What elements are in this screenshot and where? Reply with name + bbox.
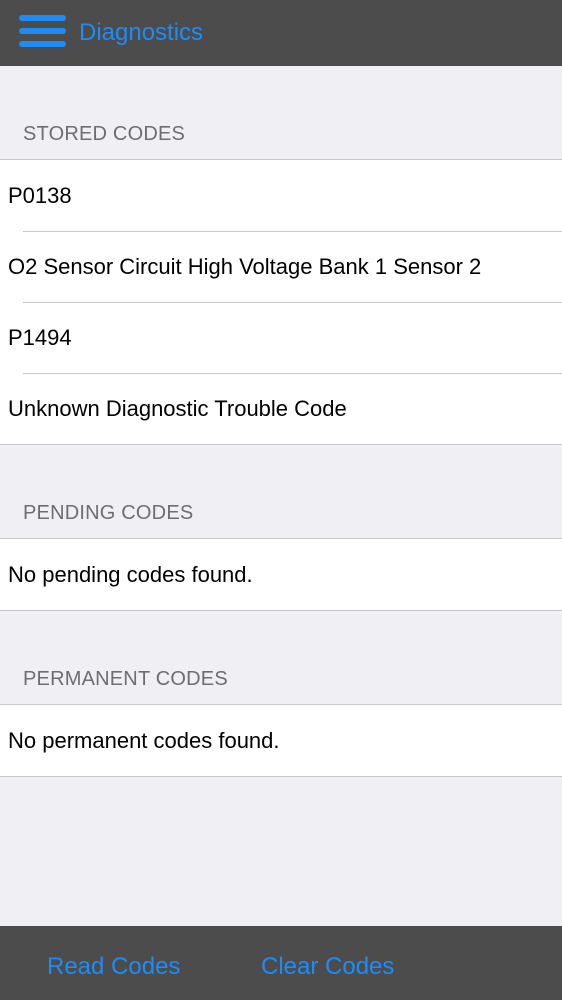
list-item: No pending codes found.: [8, 561, 253, 587]
menu-line: [19, 15, 66, 21]
navigation-bar: Diagnostics: [0, 0, 562, 66]
menu-line: [19, 28, 66, 34]
permanent-codes-group: No permanent codes found.: [0, 704, 562, 777]
list-item: No permanent codes found.: [8, 727, 280, 753]
permanent-codes-header: PERMANENT CODES: [0, 611, 562, 704]
pending-codes-group: No pending codes found.: [0, 538, 562, 611]
section-header-label: PENDING CODES: [23, 502, 194, 524]
clear-codes-button[interactable]: Clear Codes: [261, 953, 394, 981]
list-item: P0138: [8, 182, 72, 208]
page-title: Diagnostics: [79, 19, 204, 46]
diagnostics-screen: Diagnostics STORED CODES P0138 O2 Sensor…: [0, 0, 562, 1000]
diagnostics-list[interactable]: STORED CODES P0138 O2 Sensor Circuit Hig…: [0, 66, 562, 777]
section-header-label: PERMANENT CODES: [23, 668, 228, 690]
list-item: O2 Sensor Circuit High Voltage Bank 1 Se…: [0, 231, 562, 302]
read-codes-button[interactable]: Read Codes: [47, 953, 180, 981]
pending-codes-header: PENDING CODES: [0, 445, 562, 538]
list-item: Unknown Diagnostic Trouble Code: [0, 373, 562, 444]
menu-line: [19, 41, 66, 47]
section-header-label: STORED CODES: [23, 123, 186, 145]
stored-codes-header: STORED CODES: [0, 66, 562, 159]
bottom-toolbar: Read Codes Clear Codes: [0, 926, 562, 1000]
hamburger-menu-icon[interactable]: [19, 15, 67, 47]
list-item: P1494: [0, 302, 562, 373]
stored-codes-group: P0138 O2 Sensor Circuit High Voltage Ban…: [0, 159, 562, 445]
